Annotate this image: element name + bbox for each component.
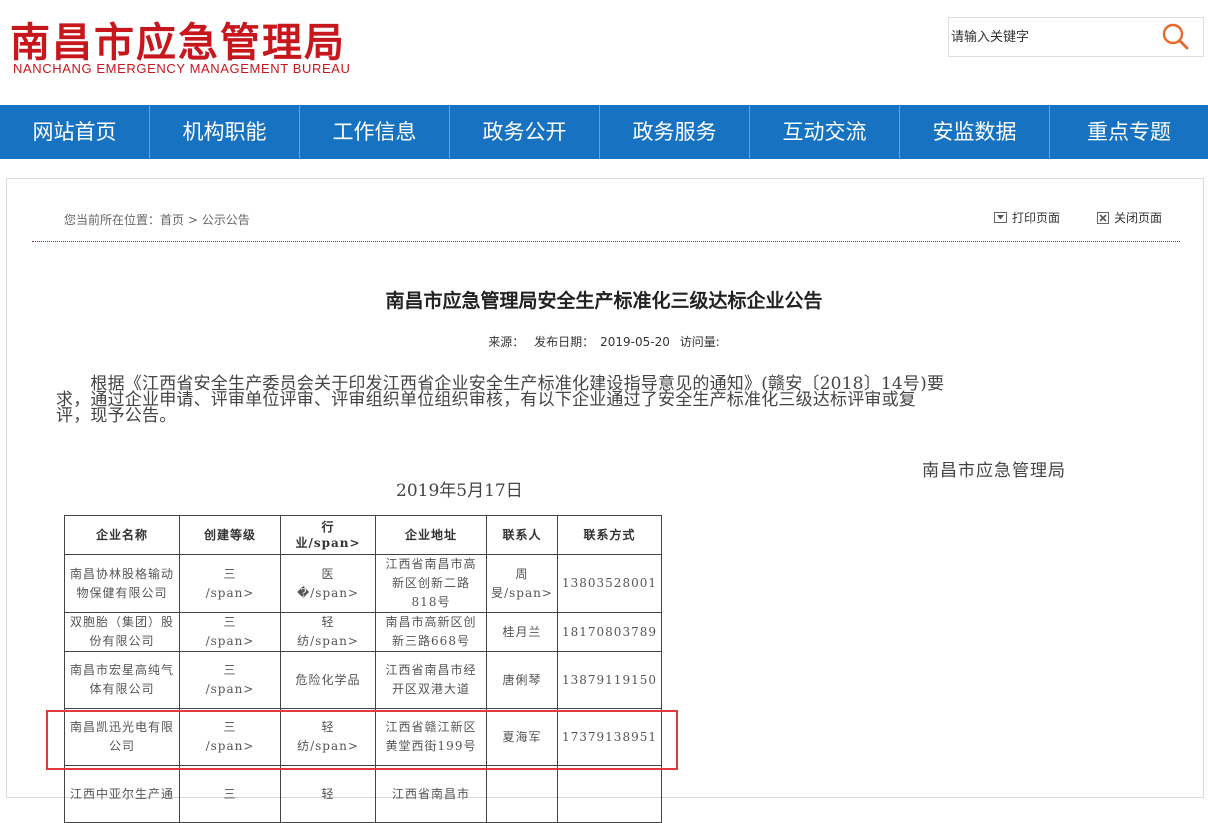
cell-level: 三 xyxy=(179,765,281,823)
cell-phone: 13803528001 xyxy=(557,554,662,613)
header-level: 创建等级 xyxy=(179,515,281,555)
cell-level: 三 /span> xyxy=(179,708,281,766)
table-row: 南昌凯迅光电有限公司 三 /span> 轻 纺/span> 江西省赣江新区黄堂西… xyxy=(64,708,662,766)
signature-org: 南昌市应急管理局 xyxy=(922,461,1066,481)
article-paragraph: 根据《江西省安全生产委员会关于印发江西省企业安全生产标准化建设指导意见的通知》(… xyxy=(56,376,1146,426)
publish-date: 2019-05-20 xyxy=(600,335,670,349)
table-row: 南昌市宏星高纯气体有限公司 三 /span> 危险化学品 江西省南昌市经开区双港… xyxy=(64,651,662,709)
breadcrumb-prefix: 您当前所在位置： xyxy=(64,213,161,227)
enterprise-table: 企业名称 创建等级 行 业/span> 企业地址 联系人 联系方式 南昌协林股格… xyxy=(64,515,662,823)
header-contact: 联系人 xyxy=(486,515,558,555)
article-title: 南昌市应急管理局安全生产标准化三级达标企业公告 xyxy=(385,290,823,312)
cell-address: 江西省赣江新区黄堂西街199号 xyxy=(375,708,487,766)
table-row: 双胞胎（集团）股份有限公司 三 /span> 轻 纺/span> 南昌市高新区创… xyxy=(64,612,662,652)
cell-contact: 周 旻/span> xyxy=(486,554,558,613)
header-address: 企业地址 xyxy=(375,515,487,555)
header-company: 企业名称 xyxy=(64,515,180,555)
nav-item-functions[interactable]: 机构职能 xyxy=(150,105,300,159)
table-row: 南昌协林股格输动物保健有限公司 三 /span> 医 �/span> 江西省南昌… xyxy=(64,554,662,613)
cell-company: 南昌凯迅光电有限公司 xyxy=(64,708,180,766)
signature-date: 2019年5月17日 xyxy=(396,481,523,501)
paragraph-line: 求，通过企业申请、评审单位评审、评审组织单位组织审核，有以下企业通过了安全生产标… xyxy=(56,390,916,410)
cell-industry: 医 �/span> xyxy=(280,554,376,613)
date-label: 发布日期： xyxy=(534,335,595,349)
cell-industry: 危险化学品 xyxy=(280,651,376,709)
print-icon xyxy=(994,212,1007,223)
header-phone: 联系方式 xyxy=(557,515,662,555)
cell-industry: 轻 纺/span> xyxy=(280,612,376,652)
nav-item-safety-data[interactable]: 安监数据 xyxy=(900,105,1050,159)
nav-item-home[interactable]: 网站首页 xyxy=(0,105,150,159)
close-icon xyxy=(1097,211,1109,224)
search-input[interactable] xyxy=(949,18,1156,56)
header-industry: 行 业/span> xyxy=(280,515,376,555)
site-logo-chinese[interactable]: 南昌市应急管理局 xyxy=(10,10,346,68)
nav-item-topics[interactable]: 重点专题 xyxy=(1050,105,1208,159)
cell-contact: 唐俐琴 xyxy=(486,651,558,709)
cell-contact: 桂月兰 xyxy=(486,612,558,652)
cell-phone: 17379138951 xyxy=(557,708,662,766)
nav-item-interaction[interactable]: 互动交流 xyxy=(750,105,900,159)
search-box xyxy=(948,17,1204,57)
cell-company: 南昌市宏星高纯气体有限公司 xyxy=(64,651,180,709)
visits-label: 访问量: xyxy=(679,335,720,349)
cell-company: 江西中亚尔生产通 xyxy=(64,765,180,823)
site-header: 南昌市应急管理局 NANCHANG EMERGENCY MANAGEMENT B… xyxy=(0,0,1208,105)
article-meta: 来源： 发布日期： 2019-05-20 访问量: xyxy=(0,333,1208,350)
cell-phone xyxy=(557,765,662,823)
table-header-row: 企业名称 创建等级 行 业/span> 企业地址 联系人 联系方式 xyxy=(64,515,662,555)
cell-address: 南昌市高新区创新三路668号 xyxy=(375,612,487,652)
cell-company: 南昌协林股格输动物保健有限公司 xyxy=(64,554,180,613)
paragraph-line: 评，现予公告。 xyxy=(56,406,177,426)
cell-phone: 18170803789 xyxy=(557,612,662,652)
cell-address: 江西省南昌市高新区创新二路818号 xyxy=(375,554,487,613)
site-logo-english: NANCHANG EMERGENCY MANAGEMENT BUREAU xyxy=(13,61,351,76)
cell-address: 江西省南昌市 xyxy=(375,765,487,823)
cell-level: 三 /span> xyxy=(179,612,281,652)
nav-item-gov-public[interactable]: 政务公开 xyxy=(450,105,600,159)
breadcrumb: 您当前所在位置：首页 > 公示公告 xyxy=(64,211,250,228)
nav-item-work-info[interactable]: 工作信息 xyxy=(300,105,450,159)
cell-address: 江西省南昌市经开区双港大道 xyxy=(375,651,487,709)
close-page-label: 关闭页面 xyxy=(1114,211,1163,225)
breadcrumb-current-link[interactable]: 公示公告 xyxy=(202,213,250,227)
divider xyxy=(32,241,1180,242)
cell-contact: 夏海军 xyxy=(486,708,558,766)
search-icon[interactable] xyxy=(1161,22,1195,52)
cell-industry: 轻 纺/span> xyxy=(280,708,376,766)
main-nav: 网站首页 机构职能 工作信息 政务公开 政务服务 互动交流 安监数据 重点专题 xyxy=(0,105,1208,159)
close-page-button[interactable]: 关闭页面 xyxy=(1097,209,1162,226)
print-page-button[interactable]: 打印页面 xyxy=(994,209,1060,226)
cell-contact xyxy=(486,765,558,823)
cell-industry: 轻 xyxy=(280,765,376,823)
source-label: 来源： xyxy=(488,335,525,349)
cell-phone: 13879119150 xyxy=(557,651,662,709)
print-page-label: 打印页面 xyxy=(1012,211,1061,225)
table-row: 江西中亚尔生产通 三 轻 江西省南昌市 xyxy=(64,765,662,823)
cell-level: 三 /span> xyxy=(179,554,281,613)
cell-level: 三 /span> xyxy=(179,651,281,709)
nav-item-gov-service[interactable]: 政务服务 xyxy=(600,105,750,159)
breadcrumb-home-link[interactable]: 首页 xyxy=(160,213,184,227)
breadcrumb-separator: > xyxy=(184,213,202,227)
cell-company: 双胞胎（集团）股份有限公司 xyxy=(64,612,180,652)
